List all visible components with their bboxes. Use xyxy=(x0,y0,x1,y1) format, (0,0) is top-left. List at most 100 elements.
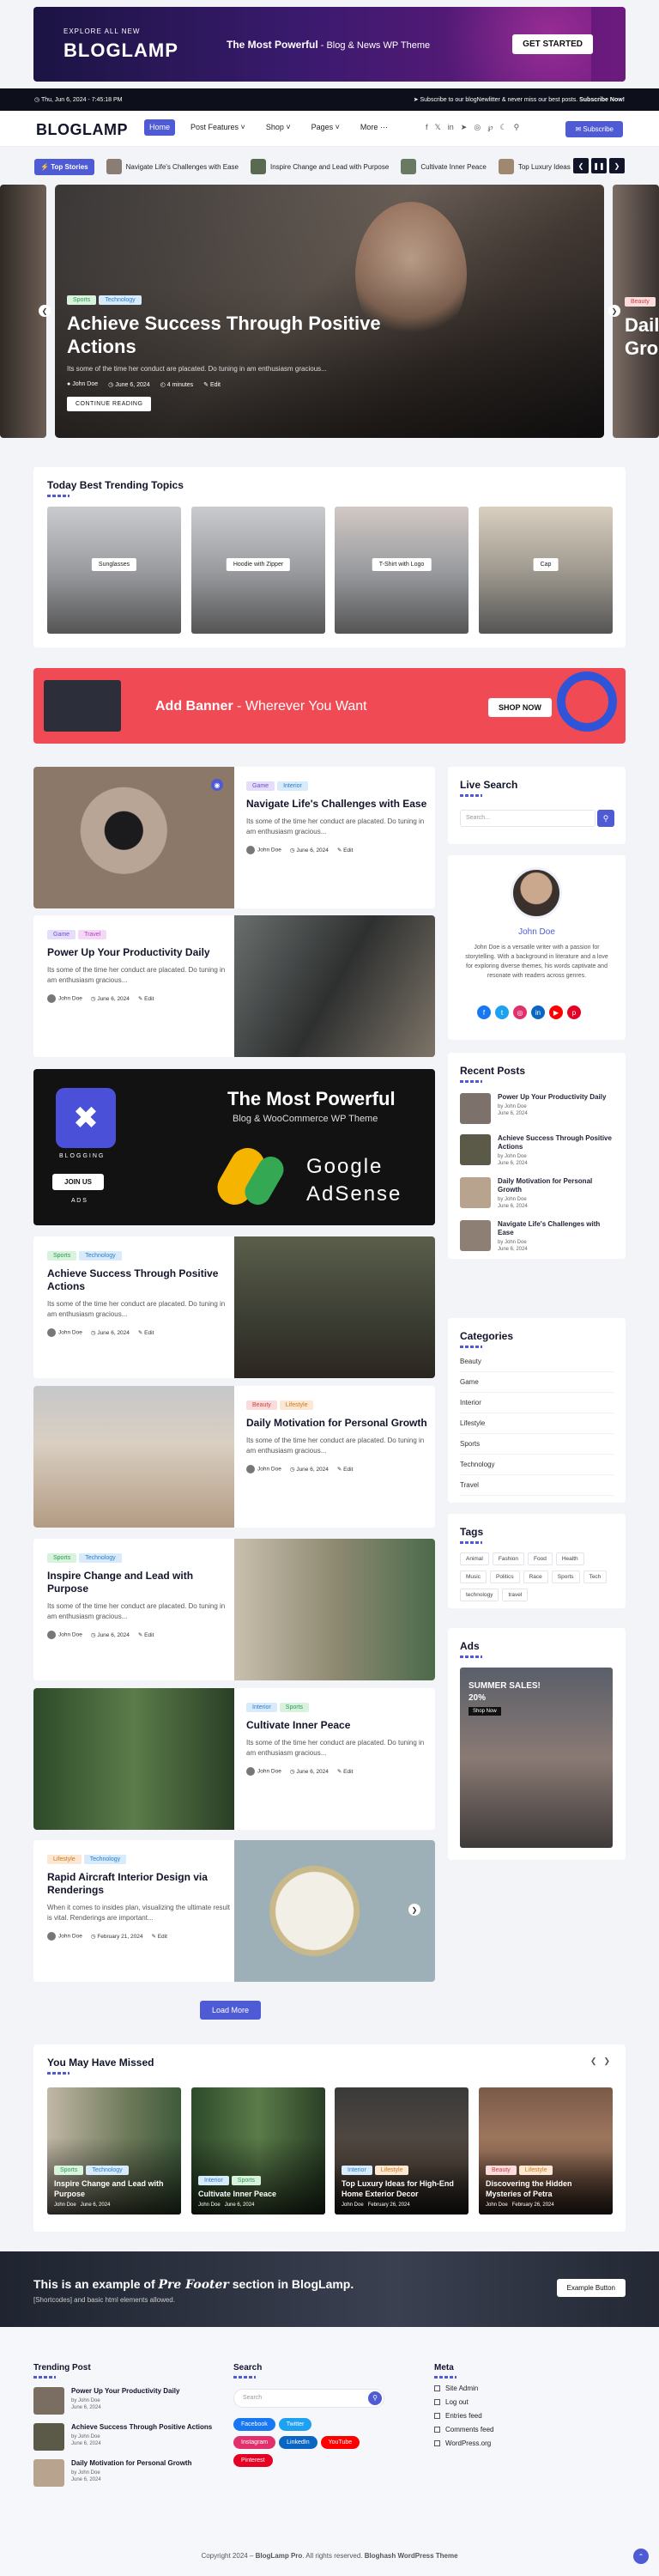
category-link[interactable]: Travel xyxy=(460,1475,614,1496)
nav-home[interactable]: Home xyxy=(144,119,176,136)
hero-next-arrow-icon[interactable]: ❯ xyxy=(608,305,620,317)
post-card[interactable]: Interior Sports Cultivate Inner Peace Its… xyxy=(33,1688,435,1830)
facebook-icon[interactable]: f xyxy=(426,123,428,132)
linkedin-link[interactable]: LinkedIn xyxy=(279,2436,317,2449)
tag-link[interactable]: Sports xyxy=(551,1571,580,1583)
ad-banner[interactable]: Add Banner - Wherever You Want SHOP NOW xyxy=(33,668,626,744)
ad-image[interactable]: SUMMER SALES! 20% Shop Now xyxy=(460,1668,613,1848)
tag-pill[interactable]: Travel xyxy=(78,930,107,939)
category-link[interactable]: Beauty xyxy=(460,1352,614,1372)
tag-link[interactable]: Music xyxy=(460,1571,487,1583)
author[interactable]: John Doe xyxy=(47,1631,82,1639)
youtube-link[interactable]: YouTube xyxy=(320,2436,360,2449)
nav-post-features[interactable]: Post Features ˅ xyxy=(185,119,251,136)
tag-pill[interactable]: Technology xyxy=(99,295,142,305)
post-title[interactable]: Cultivate Inner Peace xyxy=(246,1719,435,1732)
facebook-link[interactable]: Facebook xyxy=(233,2418,275,2431)
example-button[interactable]: Example Button xyxy=(556,2279,626,2297)
author[interactable]: John Doe xyxy=(47,994,82,1003)
tag-pill[interactable]: Sports xyxy=(47,1251,77,1261)
scroll-to-top-icon[interactable]: ⌃ xyxy=(633,2549,649,2564)
pinterest-link[interactable]: Pinterest xyxy=(233,2454,273,2467)
tag-pill[interactable]: Interior xyxy=(342,2166,372,2175)
recent-post[interactable]: Navigate Life's Challenges with Ease by J… xyxy=(460,1220,614,1253)
trending-item[interactable]: Sunglasses xyxy=(47,507,181,634)
edit-link[interactable]: ✎ Edit xyxy=(203,381,221,388)
post-card[interactable]: ◉ Game Interior Navigate Life's Challenge… xyxy=(33,767,435,908)
footer-post[interactable]: Power Up Your Productivity Daily by John … xyxy=(33,2387,214,2415)
meta-link[interactable]: Entries feed xyxy=(434,2412,493,2420)
facebook-icon[interactable]: f xyxy=(477,1005,491,1019)
post-image[interactable] xyxy=(33,1688,234,1830)
dark-mode-icon[interactable]: ☾ xyxy=(499,123,506,132)
missed-title[interactable]: Discovering the Hidden Mysteries of Petr… xyxy=(486,2178,606,2199)
post-title[interactable]: Achieve Success Through Positive Actions xyxy=(47,1267,236,1293)
pinterest-icon[interactable]: p xyxy=(567,1005,581,1019)
ticker-prev-icon[interactable]: ❮ xyxy=(573,158,589,173)
tag-pill[interactable]: Interior xyxy=(277,781,308,791)
mid-ad-banner[interactable]: ✖ BLOGGING JOIN US A D S The Most Powerf… xyxy=(33,1069,435,1225)
post-image[interactable] xyxy=(33,1386,234,1528)
gallery-next-icon[interactable]: ❯ xyxy=(408,1904,420,1916)
meta-link[interactable]: Comments feed xyxy=(434,2426,493,2433)
linkedin-icon[interactable]: in xyxy=(531,1005,545,1019)
telegram-icon[interactable]: ➤ xyxy=(461,123,468,132)
missed-title[interactable]: Top Luxury Ideas for High-End Home Exter… xyxy=(342,2178,462,2199)
ticker-pause-icon[interactable]: ❚❚ xyxy=(591,158,607,173)
tag-link[interactable]: Food xyxy=(528,1552,553,1565)
edit-link[interactable]: ✎ Edit xyxy=(138,1631,154,1638)
search-icon[interactable]: ⚲ xyxy=(514,123,520,132)
author[interactable]: John Doe xyxy=(246,1465,281,1473)
edit-link[interactable]: ✎ Edit xyxy=(138,995,154,1002)
post-title[interactable]: Inspire Change and Lead with Purpose xyxy=(47,1570,236,1595)
post-title[interactable]: Daily Motivation for Personal Growth xyxy=(246,1417,435,1430)
shop-now-button[interactable]: SHOP NOW xyxy=(488,698,552,717)
trending-item[interactable]: T-Shirt with Logo xyxy=(335,507,469,634)
ticker-item[interactable]: Cultivate Inner Peace xyxy=(401,159,487,174)
tag-pill[interactable]: Lifestyle xyxy=(279,1400,314,1410)
tag-link[interactable]: Race xyxy=(523,1571,548,1583)
tag-link[interactable]: Fashion xyxy=(492,1552,524,1565)
tag-link[interactable]: Politics xyxy=(489,1571,520,1583)
tag-pill[interactable]: Interior xyxy=(246,1703,277,1712)
author[interactable]: John Doe xyxy=(47,1932,82,1941)
tag-pill[interactable]: Beauty xyxy=(246,1400,277,1410)
subscribe-button[interactable]: ✉ Subscribe xyxy=(565,121,623,137)
edit-link[interactable]: ✎ Edit xyxy=(138,1329,154,1336)
footer-post[interactable]: Achieve Success Through Positive Actions… xyxy=(33,2423,214,2451)
trending-item[interactable]: Cap xyxy=(479,507,613,634)
missed-title[interactable]: Cultivate Inner Peace xyxy=(198,2189,318,2199)
x-icon[interactable]: 𝕏 xyxy=(435,123,441,132)
tag-pill[interactable]: Sports xyxy=(67,295,97,305)
post-title[interactable]: Navigate Life's Challenges with Ease xyxy=(246,798,435,811)
tag-link[interactable]: Animal xyxy=(460,1552,489,1565)
meta-link[interactable]: WordPress.org xyxy=(434,2439,493,2447)
tag-pill[interactable]: Technology xyxy=(79,1553,122,1563)
category-link[interactable]: Lifestyle xyxy=(460,1413,614,1434)
author[interactable]: John Doe xyxy=(246,846,281,854)
missed-next-icon[interactable]: ❯ xyxy=(603,2057,610,2066)
author[interactable]: ● John Doe xyxy=(67,381,98,388)
nav-pages[interactable]: Pages ˅ xyxy=(306,119,345,136)
join-us-button[interactable]: JOIN US xyxy=(52,1174,105,1190)
post-image[interactable] xyxy=(33,767,234,908)
site-logo[interactable]: BLOGLAMP xyxy=(36,121,128,139)
hero-title[interactable]: Achieve Success Through Positive Actions xyxy=(67,312,427,358)
instagram-link[interactable]: Instagram xyxy=(233,2436,276,2449)
tag-pill[interactable]: Sports xyxy=(279,1703,310,1712)
tag-link[interactable]: Health xyxy=(555,1552,584,1565)
edit-link[interactable]: ✎ Edit xyxy=(337,1466,353,1473)
tag-pill[interactable]: Interior xyxy=(198,2176,229,2185)
tag-pill[interactable]: Technology xyxy=(83,1855,127,1864)
author-name[interactable]: John Doe xyxy=(448,927,626,937)
tag-pill[interactable]: Sports xyxy=(231,2176,262,2185)
load-more-button[interactable]: Load More xyxy=(200,2001,262,2020)
ticker-item[interactable]: Navigate Life's Challenges with Ease xyxy=(106,159,239,174)
trending-item[interactable]: Hoodie with Zipper xyxy=(191,507,325,634)
post-title[interactable]: Power Up Your Productivity Daily xyxy=(47,946,236,959)
recent-post[interactable]: Achieve Success Through Positive Actions… xyxy=(460,1134,614,1167)
meta-link[interactable]: Log out xyxy=(434,2398,493,2406)
ticker-next-icon[interactable]: ❯ xyxy=(609,158,625,173)
get-started-button[interactable]: GET STARTED xyxy=(512,34,593,54)
author[interactable]: John Doe xyxy=(47,1328,82,1337)
